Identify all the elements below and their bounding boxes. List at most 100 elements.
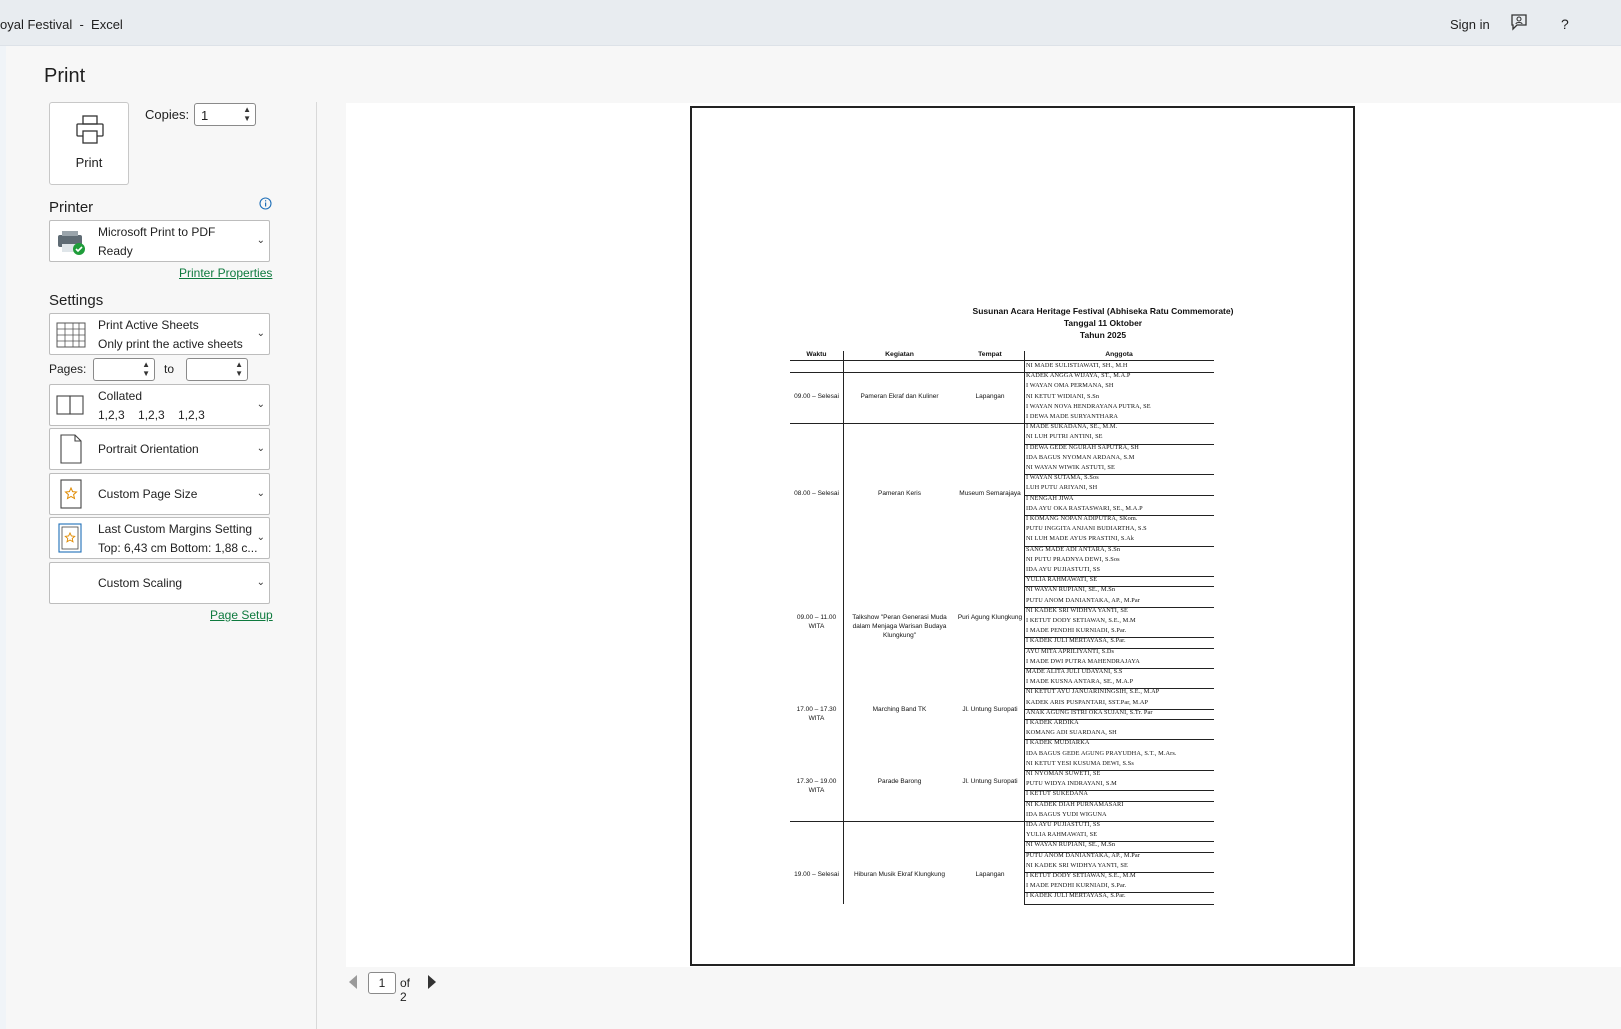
printer-dropdown[interactable]: Microsoft Print to PDF Ready ⌄: [49, 220, 270, 262]
member-entry: I MADE KUSNA ANTARA, SE., M.A.P: [1026, 678, 1134, 686]
member-entry: NI PUTU PRADNYA DEWI, S.Sos: [1026, 555, 1120, 563]
pages-to-input[interactable]: ▲ ▼: [186, 358, 248, 381]
member-entry: IDA BAGUS GEDE AGUNG PRAYUDHA, S.T., M.A…: [1026, 749, 1177, 757]
event-time: 17.00 – 17.30 WITA: [796, 705, 837, 722]
chevron-down-icon: ⌄: [256, 488, 265, 499]
column-header-anggota: Anggota: [1105, 351, 1133, 358]
member-entry: IDA AYU PUJIASTUTI, SS: [1026, 821, 1101, 828]
member-entry: I KADEK ARDIKA: [1026, 719, 1079, 726]
next-page-icon[interactable]: [428, 975, 436, 989]
chevron-down-icon: ⌄: [256, 577, 265, 588]
member-entry: I KETUT DODY SETIAWAN, S.E., M.M: [1026, 872, 1136, 879]
print-heading: Print: [44, 65, 86, 87]
member-entry: NI WAYAN RUPIANI, SE., M.Sn: [1026, 586, 1116, 594]
table-bottom-rule: [1024, 903, 1214, 905]
window-title: oyal Festival - Excel: [0, 17, 123, 32]
print-preview-area: Susunan Acara Heritage Festival (Abhisek…: [346, 103, 1621, 967]
member-entry: AYU MITA APRILIYANTI, S.Ds: [1026, 647, 1115, 655]
event-time: 19.00 – Selesai: [794, 871, 839, 879]
orientation-title: Portrait Orientation: [98, 442, 199, 456]
member-entry: I DEWA MADE SURYANTHARA: [1026, 413, 1119, 420]
previous-page-icon[interactable]: [349, 975, 357, 989]
member-entry: NI WAYAN WIWIK ASTUTI, SE: [1026, 464, 1115, 471]
orientation-dropdown[interactable]: Portrait Orientation ⌄: [49, 428, 270, 470]
info-icon[interactable]: [259, 197, 272, 215]
copies-stepper[interactable]: 1 ▲ ▼: [194, 103, 256, 126]
stepper-arrows-icon[interactable]: ▲ ▼: [235, 360, 243, 378]
event-activity: Parade Barong: [877, 778, 922, 786]
event-activity: Pameran Ekraf dan Kuliner: [860, 392, 939, 400]
member-entry: PUTU INGGITA ANJANI BUDIARTHA, S.S: [1026, 525, 1147, 533]
print-sheets-subtitle: Only print the active sheets: [98, 337, 243, 351]
scaling-title: Custom Scaling: [98, 576, 183, 590]
current-page-input[interactable]: 1: [368, 972, 396, 994]
member-entry: KOMANG ADI SUARDANA, SH: [1026, 729, 1117, 737]
event-location: Puri Agung Klungkung: [957, 614, 1023, 622]
member-entry: I NENGAH JIWA: [1026, 494, 1074, 502]
member-entry: I KETUT SUKEDANA: [1026, 790, 1088, 798]
page-setup-link[interactable]: Page Setup: [210, 608, 273, 622]
member-entry: NI MADE SULISTIAWATI, SH., M.H: [1026, 362, 1128, 369]
event-location: Jl. Untung Suropati: [962, 705, 1018, 713]
scaling-dropdown[interactable]: Custom Scaling ⌄: [49, 562, 270, 604]
member-entry: I KADEK JULI MERTAYASA, S.Par.: [1026, 637, 1126, 645]
event-time: 09.00 – Selesai: [794, 392, 839, 400]
member-entry: SANG MADE ADI ANTARA, S.Sn: [1026, 545, 1121, 553]
print-sheets-title: Print Active Sheets: [98, 318, 199, 332]
pages-label: Pages:: [49, 362, 87, 376]
preview-page: Susunan Acara Heritage Festival (Abhisek…: [690, 106, 1355, 966]
member-entry: I MADE SUKADANA, SE., M.M.: [1026, 423, 1118, 431]
event-time: 09.00 – 11.00 WITA: [796, 614, 837, 631]
event-time: 08.00 – Selesai: [794, 489, 839, 497]
portrait-page-icon: [60, 434, 82, 469]
collation-subtitle: 1,2,3 1,2,3 1,2,3: [98, 408, 205, 422]
member-entry: I KETUT DODY SETIAWAN, S.E., M.M: [1026, 617, 1136, 624]
margins-dropdown[interactable]: Last Custom Margins Setting Top: 6,43 cm…: [49, 517, 270, 559]
row-rule: [790, 821, 1024, 822]
printer-icon: [76, 115, 104, 144]
member-entry: NI KETUT AYU JANUARININGSIH, S.E., M.AP: [1026, 688, 1160, 696]
event-activity: Talkshow "Peran Generasi Muda dalam Menj…: [852, 614, 947, 640]
row-rule: [790, 423, 1024, 425]
member-entry: PUTU ANOM DANIANTAKA, AP., M.Par: [1026, 851, 1140, 859]
chevron-down-icon: ⌄: [256, 443, 265, 454]
member-entry: YULIA RAHMAWATI, SE: [1026, 576, 1098, 584]
margins-subtitle: Top: 6,43 cm Bottom: 1,88 c...: [98, 541, 258, 555]
member-entry: NI KADEK SRI WIDHYA YANTI, SE: [1026, 861, 1128, 869]
collation-dropdown[interactable]: Collated 1,2,3 1,2,3 1,2,3 ⌄: [49, 384, 270, 426]
print-backstage: Print Print Copies: 1 ▲ ▼ Printer Microso…: [6, 46, 1621, 1029]
member-entry: NI KETUT YESI KUSUMA DEWI, S.Ss: [1026, 759, 1134, 767]
event-location: Lapangan: [975, 392, 1005, 400]
chevron-down-icon: ⌄: [256, 328, 265, 339]
member-entry: I MADE DWI PUTRA MAHENDRAJAYA: [1026, 657, 1140, 665]
feedback-icon[interactable]: [1508, 12, 1530, 34]
print-button[interactable]: Print: [49, 102, 129, 185]
member-entry: I WAYAN SUTAMA, S.Sos: [1026, 474, 1099, 482]
printer-properties-link[interactable]: Printer Properties: [179, 266, 272, 280]
print-settings-panel: Print Print Copies: 1 ▲ ▼ Printer Microso…: [6, 46, 316, 1029]
page-size-title: Custom Page Size: [98, 487, 198, 501]
stepper-arrows-icon[interactable]: ▲ ▼: [142, 360, 150, 378]
header-rule: [790, 360, 1214, 361]
member-entry: I WAYAN NOVA HENDRAYANA PUTRA, SE: [1026, 402, 1151, 410]
page-size-dropdown[interactable]: Custom Page Size ⌄: [49, 473, 270, 515]
member-entry: I MADE PENDHI KURNIADI, S.Par.: [1026, 882, 1127, 890]
member-entry: LUH PUTU ARIYANI, SH: [1026, 484, 1098, 492]
printer-status: Ready: [98, 244, 133, 258]
event-activity: Hiburan Musik Ekraf Klungkung: [853, 871, 946, 879]
member-entry: ANAK AGUNG ISTRI OKA SUJANI, S.Tr. Par: [1026, 708, 1153, 716]
member-entry: NI KETUT WIDIANI, S.Sn: [1026, 392, 1100, 400]
member-entry: I MADE PENDHI KURNIADI, S.Par.: [1026, 627, 1127, 635]
chevron-down-icon: ⌄: [256, 532, 265, 543]
sign-in-link[interactable]: Sign in: [1450, 17, 1490, 32]
printer-heading: Printer: [49, 199, 94, 216]
pages-from-input[interactable]: ▲ ▼: [93, 358, 155, 381]
stepper-arrows-icon[interactable]: ▲ ▼: [243, 105, 251, 123]
event-activity: Pameran Keris: [878, 489, 921, 497]
row-rule: [790, 372, 1024, 374]
help-icon[interactable]: ?: [1561, 16, 1569, 32]
document-date: Tanggal 11 Oktober: [1063, 318, 1143, 328]
pages-to-label: to: [164, 362, 175, 376]
print-sheets-dropdown[interactable]: Print Active Sheets Only print the activ…: [49, 313, 270, 355]
member-entry: IDA AYU OKA RASTASWARI, SE., M.A.P: [1026, 504, 1143, 512]
